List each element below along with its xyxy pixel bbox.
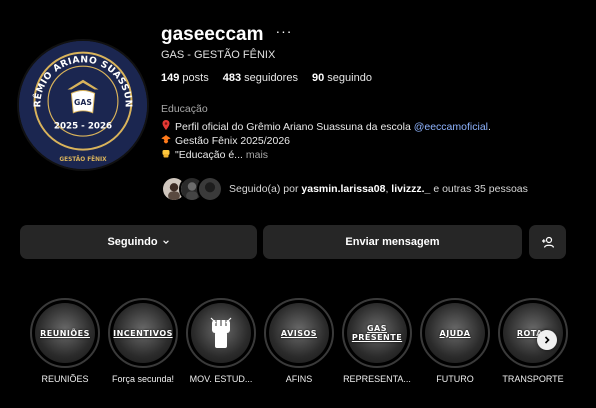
highlight-cover: GAS PRESENTE — [347, 303, 407, 363]
options-button[interactable]: ··· — [275, 24, 292, 38]
chevron-down-icon — [162, 240, 169, 244]
followed-by[interactable]: Seguido(a) por yasmin.larissa08, livizzz… — [161, 176, 528, 202]
highlight-label: FUTURO — [436, 374, 474, 384]
logo-bottom-text: GESTÃO FÊNIX — [59, 155, 107, 163]
following-stat[interactable]: 90 seguindo — [312, 72, 372, 84]
bio-more-link[interactable]: mais — [243, 149, 268, 161]
send-message-button[interactable]: Enviar mensagem — [263, 225, 522, 259]
fist-icon — [161, 148, 171, 162]
suggested-users-button[interactable] — [529, 225, 566, 259]
highlight-label: REUNIÕES — [41, 374, 89, 384]
highlight-item[interactable]: ROTAS TRANSPORTE — [496, 298, 570, 384]
highlight-cover: INCENTIVOS — [113, 303, 173, 363]
highlight-item[interactable]: INCENTIVOS Força secunda! — [106, 298, 180, 384]
highlight-item[interactable]: AJUDA FUTURO — [418, 298, 492, 384]
highlight-cover: REUNIÕES — [35, 303, 95, 363]
profile-avatar[interactable]: GRÊMIO ARIANO SUASSUNA GAS 2025 - 2026 G… — [17, 39, 149, 171]
school-mention-link[interactable]: @eeccamoficial — [414, 121, 488, 133]
username: gaseeccam — [161, 24, 264, 45]
following-button[interactable]: Seguindo — [20, 225, 257, 259]
bio-line-1: Perfil oficial do Grêmio Ariano Suassuna… — [161, 120, 491, 134]
add-person-icon — [541, 236, 554, 248]
highlight-item[interactable]: MOV. ESTUD... — [184, 298, 258, 384]
full-name: GAS - GESTÃO FÊNIX — [161, 49, 276, 61]
followers-stat[interactable]: 483 seguidores — [223, 72, 298, 84]
posts-stat: 149 posts — [161, 72, 209, 84]
highlight-label: TRANSPORTE — [502, 374, 564, 384]
highlight-label: AFINS — [285, 374, 313, 384]
highlight-label: REPRESENTA... — [343, 374, 411, 384]
highlight-label: Força secunda! — [111, 374, 175, 384]
highlight-cover — [191, 303, 251, 363]
highlights-next-button[interactable] — [537, 330, 557, 350]
logo-years: 2025 - 2026 — [54, 121, 112, 131]
highlight-item[interactable]: AVISOS AFINS — [262, 298, 336, 384]
raised-fist-icon — [210, 317, 232, 348]
bio-line-3: "Educação é... mais — [161, 148, 491, 162]
highlight-cover: AVISOS — [269, 303, 329, 363]
profile-stats: 149 posts 483 seguidores 90 seguindo — [161, 72, 372, 84]
story-highlights: REUNIÕES REUNIÕES INCENTIVOS Força secun… — [0, 298, 596, 398]
logo-center-text: GAS — [74, 98, 92, 107]
highlight-item[interactable]: REUNIÕES REUNIÕES — [28, 298, 102, 384]
highlight-item[interactable]: GAS PRESENTE REPRESENTA... — [340, 298, 414, 384]
gas-logo: GRÊMIO ARIANO SUASSUNA GAS 2025 - 2026 G… — [19, 41, 147, 169]
username-row: gaseeccam ··· — [161, 24, 292, 46]
highlight-cover: AJUDA — [425, 303, 485, 363]
chevron-right-icon — [544, 336, 550, 344]
follower-avatar-3 — [197, 176, 223, 202]
bio: Perfil oficial do Grêmio Ariano Suassuna… — [161, 120, 491, 162]
pin-icon — [161, 120, 171, 134]
phoenix-icon — [161, 134, 171, 148]
profile-category: Educação — [161, 103, 208, 115]
bio-line-2: Gestão Fênix 2025/2026 — [161, 134, 491, 148]
highlight-label: MOV. ESTUD... — [189, 374, 253, 384]
